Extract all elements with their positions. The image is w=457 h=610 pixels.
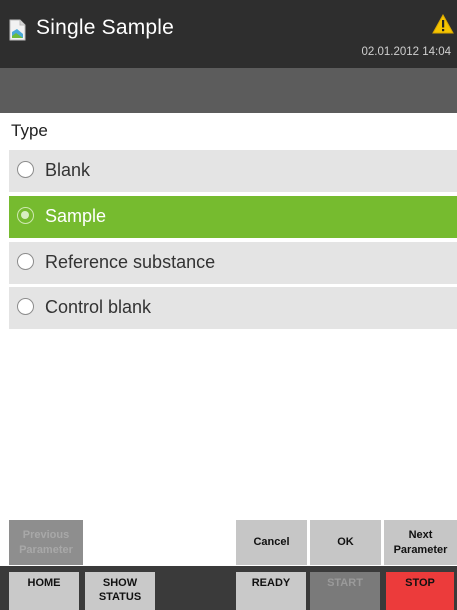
title-bar: Single Sample 02.01.2012 14:04 <box>0 0 457 68</box>
ok-button[interactable]: OK <box>310 520 381 565</box>
option-blank[interactable]: Blank <box>9 150 457 192</box>
button-label: HOME <box>27 577 61 589</box>
type-selection-list: Type Blank Sample Reference substance Co… <box>0 113 457 520</box>
type-heading: Type <box>11 121 48 140</box>
warning-icon[interactable] <box>432 14 454 34</box>
button-label-line1: Next <box>408 528 433 541</box>
button-label: Cancel <box>253 536 290 549</box>
navigation-row: Previous Parameter Cancel OK Next Paramete… <box>0 520 457 565</box>
button-label-line2: Parameter <box>19 543 73 556</box>
option-label: Sample <box>45 206 107 226</box>
button-label: OK <box>337 536 354 549</box>
button-label-line2: Parameter <box>393 543 448 556</box>
previous-parameter-button[interactable]: Previous Parameter <box>9 520 83 565</box>
cancel-button[interactable]: Cancel <box>236 520 307 565</box>
radio-unchecked-icon <box>17 253 34 270</box>
stop-button[interactable]: STOP <box>386 572 454 610</box>
option-control-blank[interactable]: Control blank <box>9 287 457 329</box>
show-status-button[interactable]: SHOW STATUS <box>85 572 155 610</box>
option-reference-substance[interactable]: Reference substance <box>9 242 457 284</box>
option-sample[interactable]: Sample <box>9 196 457 238</box>
radio-checked-icon <box>17 207 34 224</box>
button-label-line2: STATUS <box>98 591 142 604</box>
button-label-line1: SHOW <box>102 577 138 589</box>
home-button[interactable]: HOME <box>9 572 79 610</box>
option-label: Blank <box>45 160 91 180</box>
button-label: READY <box>251 577 291 589</box>
sub-header-bar <box>0 68 457 113</box>
ready-button[interactable]: READY <box>236 572 306 610</box>
button-label: START <box>327 577 363 589</box>
document-icon <box>9 19 26 41</box>
option-label: Reference substance <box>45 252 216 272</box>
radio-unchecked-icon <box>17 298 34 315</box>
button-label-line1: Previous <box>22 528 70 541</box>
button-label: STOP <box>405 577 435 589</box>
page-title: Single Sample <box>36 16 175 39</box>
single-sample-screen: Single Sample 02.01.2012 14:04 Type Blan… <box>0 0 457 610</box>
start-button[interactable]: START <box>310 572 380 610</box>
bottom-bar: HOME SHOW STATUS READY START STOP <box>0 566 457 610</box>
radio-unchecked-icon <box>17 161 34 178</box>
date-time: 02.01.2012 14:04 <box>361 46 451 58</box>
option-label: Control blank <box>45 297 152 317</box>
next-parameter-button[interactable]: Next Parameter <box>384 520 457 565</box>
